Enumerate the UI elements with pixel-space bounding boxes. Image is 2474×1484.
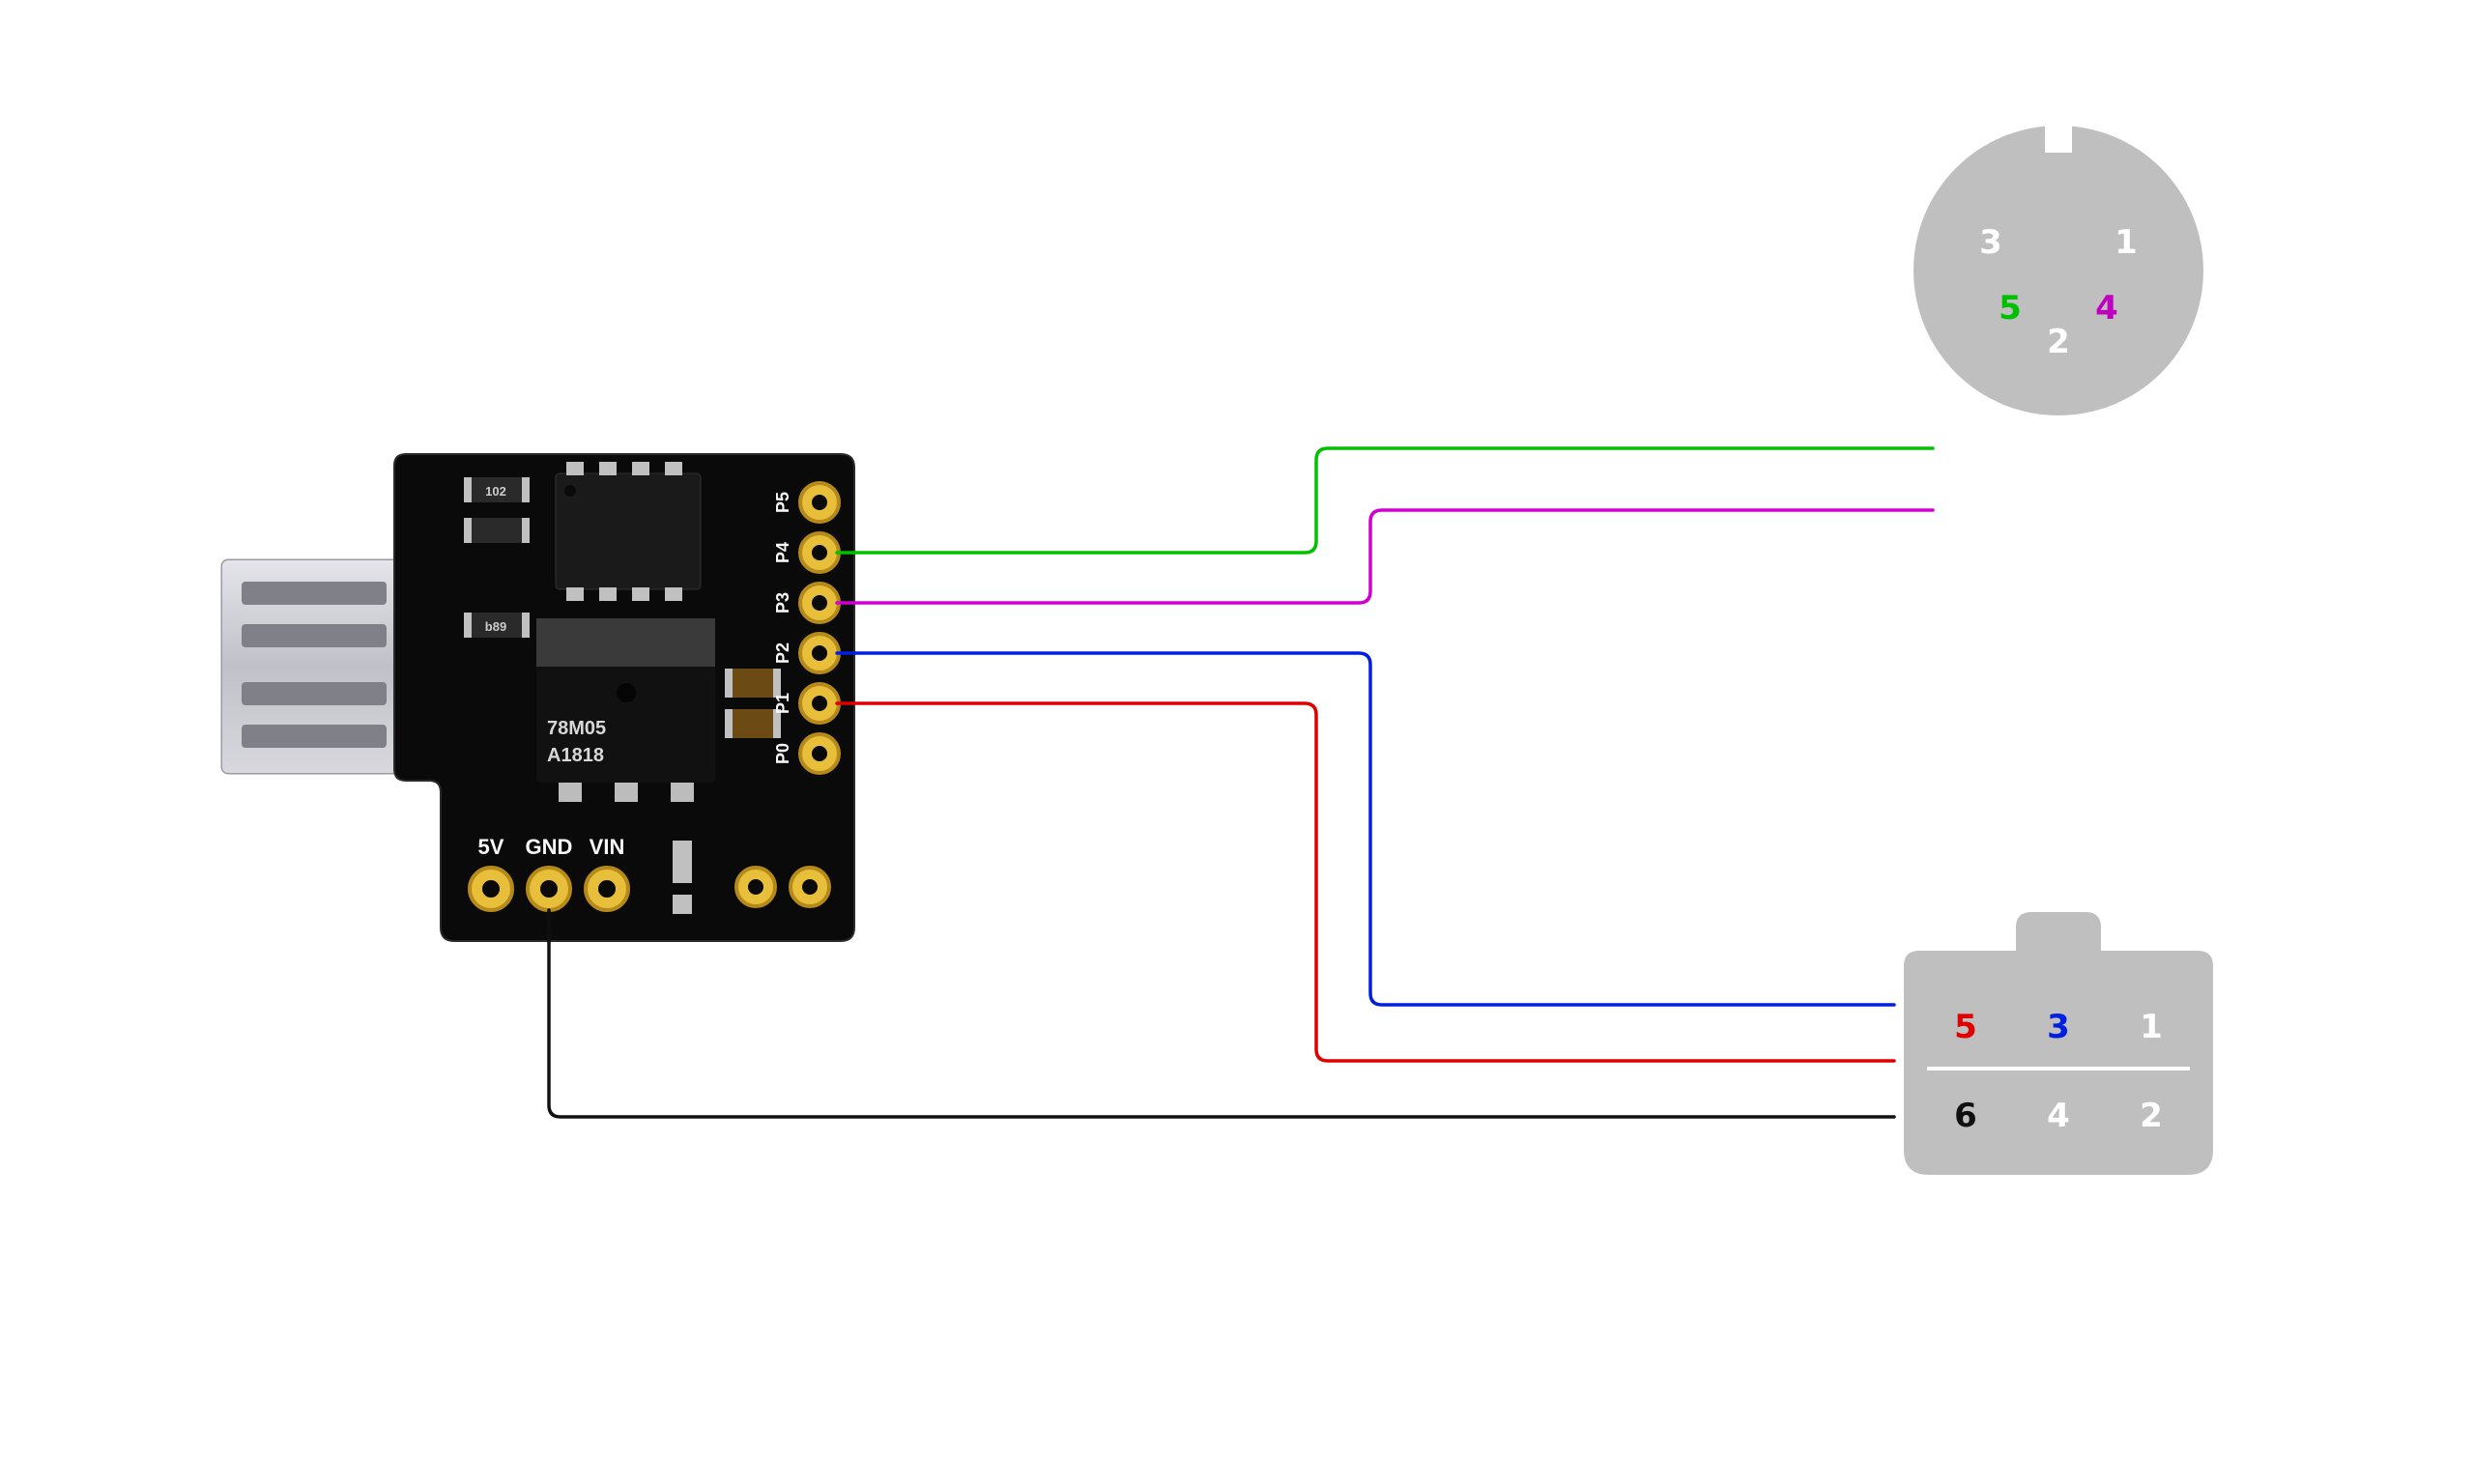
- label-p4: P4: [773, 542, 792, 563]
- wire-red: [837, 703, 1894, 1061]
- din-pin-4: 4: [2095, 289, 2118, 328]
- label-gnd: GND: [526, 835, 573, 859]
- rect-pin-3: 3: [2047, 1008, 2070, 1046]
- label-p3: P3: [773, 592, 792, 614]
- rect-pin-2: 2: [2140, 1097, 2163, 1135]
- din-pin-3: 3: [1979, 223, 2002, 262]
- svg-text:b89: b89: [485, 619, 506, 634]
- din-pin-1: 1: [2114, 223, 2138, 262]
- rect-pin-1: 1: [2140, 1008, 2163, 1046]
- wire-magenta: [837, 510, 1933, 603]
- ic-marking-2: A1818: [547, 745, 604, 766]
- rect-pin-6: 6: [1954, 1097, 1977, 1135]
- rect-pin-5: 5: [1954, 1008, 1977, 1046]
- wire-blue: [837, 653, 1894, 1005]
- label-5v: 5V: [478, 835, 504, 859]
- rect-connector: 5 3 1 6 4 2: [1904, 912, 2213, 1175]
- power-header: 5V GND VIN: [470, 835, 628, 910]
- din-pin-5: 5: [1999, 289, 2022, 328]
- label-p1: P1: [773, 693, 792, 714]
- ic-regulator: 78M05 A1818: [536, 618, 715, 802]
- label-p0: P0: [773, 743, 792, 764]
- din-connector: 3 1 5 4 2: [1913, 124, 2203, 415]
- wiring-diagram: 102 b89 78M05 A1818: [0, 0, 2474, 1484]
- label-p5: P5: [773, 492, 792, 513]
- label-vin: VIN: [590, 835, 625, 859]
- label-p2: P2: [773, 642, 792, 664]
- svg-text:102: 102: [485, 484, 506, 499]
- din-pin-2: 2: [2047, 323, 2070, 361]
- ic-attiny: [556, 462, 701, 601]
- rect-pin-4: 4: [2047, 1097, 2070, 1135]
- ic-marking: 78M05: [547, 718, 606, 739]
- mcu-board: 102 b89 78M05 A1818: [222, 454, 854, 941]
- usb-plug: [222, 560, 416, 773]
- wire-green: [837, 448, 1933, 553]
